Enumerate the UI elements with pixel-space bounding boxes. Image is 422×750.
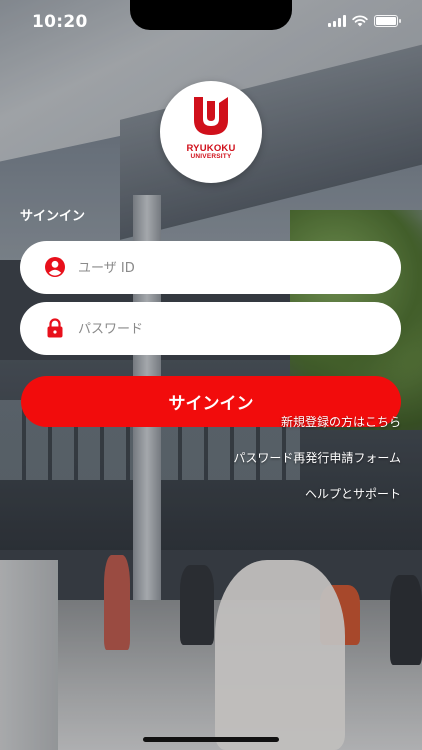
user-id-field[interactable] (20, 241, 401, 296)
status-bar: 10:20 (0, 0, 422, 44)
home-indicator[interactable] (143, 737, 279, 742)
person-circle-icon (45, 257, 65, 277)
status-time: 10:20 (32, 12, 88, 32)
password-input[interactable] (76, 302, 390, 357)
university-logo: RYUKOKU UNIVERSITY (160, 81, 262, 183)
status-icons (328, 15, 401, 27)
battery-icon (374, 15, 401, 27)
password-reset-link[interactable]: パスワード再発行申請フォーム (233, 449, 401, 466)
user-id-input[interactable] (76, 241, 390, 296)
ryukoku-logo-mark-icon (194, 97, 228, 135)
password-field[interactable] (20, 302, 401, 357)
cellular-signal-icon (328, 15, 346, 27)
notch (130, 0, 292, 30)
register-link[interactable]: 新規登録の方はこちら (281, 413, 401, 430)
help-support-link[interactable]: ヘルプとサポート (305, 485, 401, 502)
signin-heading: サインイン (20, 209, 86, 224)
wifi-icon (352, 15, 368, 27)
lock-icon (47, 318, 63, 338)
logo-text-university: UNIVERSITY (190, 153, 232, 160)
